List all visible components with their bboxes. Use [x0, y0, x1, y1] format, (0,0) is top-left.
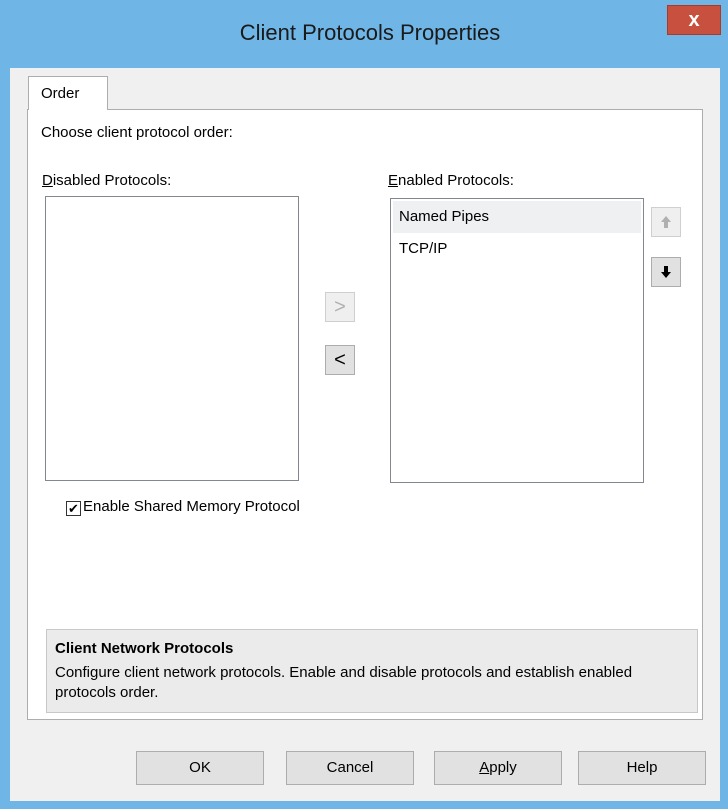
down-arrow-icon [661, 266, 671, 278]
move-up-button[interactable] [651, 207, 681, 237]
enabled-protocols-label: Enabled Protocols: [388, 172, 514, 189]
apply-label-rest: pply [489, 759, 517, 776]
description-text: Configure client network protocols. Enab… [55, 664, 633, 701]
list-item-named-pipes[interactable]: Named Pipes [393, 201, 641, 233]
enabled-hotkey: E [388, 172, 399, 189]
list-item-tcp-ip[interactable]: TCP/IP [393, 233, 641, 265]
enabled-label-rest: nabled Protocols: [398, 172, 514, 189]
order-tab-panel: Choose client protocol order: Disabled P… [27, 109, 703, 720]
dialog-body: Order Choose client protocol order: Disa… [10, 68, 720, 801]
ok-button[interactable]: OK [136, 751, 264, 785]
shared-memory-checkbox[interactable]: ✔ [66, 501, 81, 516]
move-to-disabled-button[interactable]: < [325, 345, 355, 375]
close-icon: x [688, 9, 700, 31]
dialog-window: Client Protocols Properties x Order Choo… [0, 0, 728, 809]
disabled-protocols-list[interactable] [45, 196, 299, 481]
chevron-right-icon: > [334, 296, 346, 318]
up-arrow-icon [661, 216, 671, 228]
disabled-hotkey: D [42, 172, 53, 189]
description-panel: Client Network Protocols Configure clien… [46, 629, 698, 713]
window-title: Client Protocols Properties [239, 20, 501, 45]
disabled-label-rest: isabled Protocols: [52, 172, 172, 189]
apply-hotkey: A [479, 759, 490, 776]
enabled-protocols-list[interactable]: Named Pipes TCP/IP [390, 198, 644, 483]
order-prompt: Choose client protocol order: [41, 124, 233, 141]
cancel-button[interactable]: Cancel [286, 751, 414, 785]
apply-button[interactable]: Apply [434, 751, 562, 785]
move-down-button[interactable] [651, 257, 681, 287]
close-button[interactable]: x [667, 5, 721, 35]
chevron-left-icon: < [334, 349, 346, 371]
tab-order[interactable]: Order [28, 76, 108, 110]
help-button[interactable]: Help [578, 751, 706, 785]
title-bar[interactable]: Client Protocols Properties x [0, 0, 728, 68]
description-title: Client Network Protocols [55, 640, 234, 657]
disabled-protocols-label: Disabled Protocols: [42, 172, 171, 189]
move-to-enabled-button[interactable]: > [325, 292, 355, 322]
shared-memory-label[interactable]: Enable Shared Memory Protocol [83, 498, 300, 515]
checkmark-icon: ✔ [68, 501, 79, 516]
